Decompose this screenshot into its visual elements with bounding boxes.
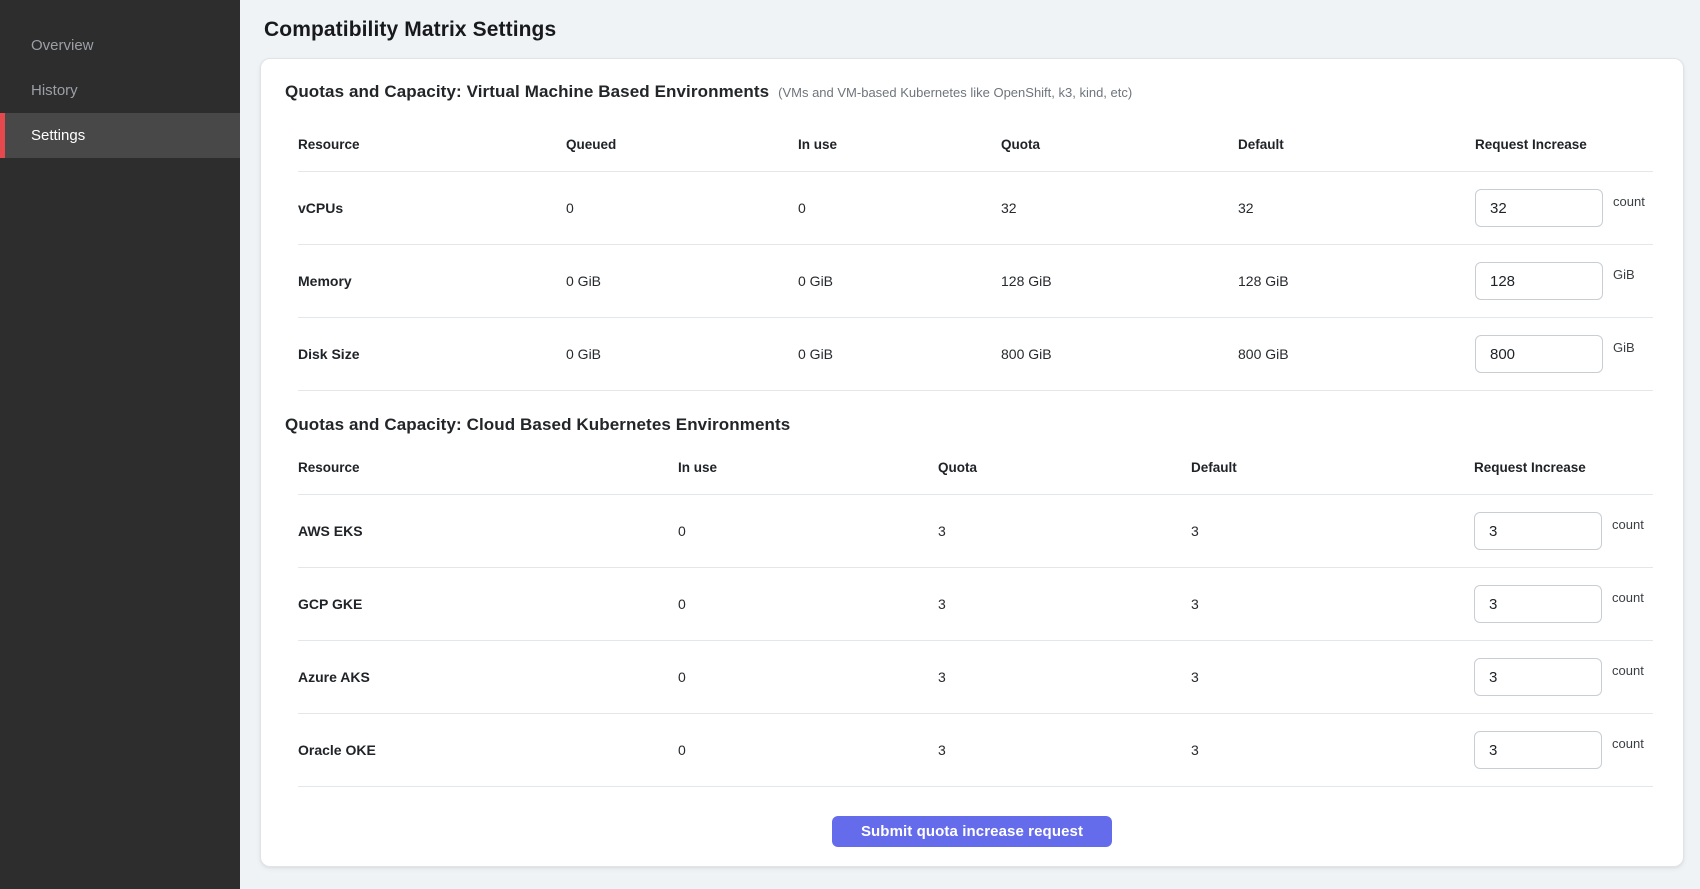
cell-resource: Disk Size [298,346,566,362]
request-increase-cell: count [1474,658,1653,696]
table-row-oracle-oke: Oracle OKE033count [298,714,1653,787]
settings-card: Quotas and Capacity: Virtual Machine Bas… [260,58,1684,867]
cell-resource: vCPUs [298,200,566,216]
unit-label: count [1612,736,1644,751]
cell-queued: 0 GiB [566,273,798,289]
cell-quota: 32 [1001,200,1238,216]
cell-in-use: 0 [678,669,938,685]
table-row-aws-eks: AWS EKS033count [298,495,1653,568]
request-increase-cell: count [1474,731,1653,769]
request-increase-input[interactable] [1474,585,1602,623]
request-increase-cell: GiB [1475,335,1653,373]
cell-quota: 3 [938,742,1191,758]
request-increase-cell: count [1474,585,1653,623]
cell-default: 128 GiB [1238,273,1475,289]
request-increase-input[interactable] [1474,512,1602,550]
cell-in-use: 0 [798,200,1001,216]
cell-resource: AWS EKS [298,523,678,539]
column-header-default: Default [1191,460,1474,475]
cell-in-use: 0 GiB [798,273,1001,289]
cell-quota: 800 GiB [1001,346,1238,362]
cell-in-use: 0 GiB [798,346,1001,362]
request-increase-cell: count [1475,189,1653,227]
sidebar-item-history[interactable]: History [0,68,240,113]
column-header-resource: Resource [298,137,566,152]
sidebar-item-settings[interactable]: Settings [0,113,240,158]
column-header-queued: Queued [566,137,798,152]
main-content: Compatibility Matrix Settings Quotas and… [240,0,1700,889]
cell-quota: 3 [938,523,1191,539]
cell-resource: GCP GKE [298,596,678,612]
cell-default: 3 [1191,596,1474,612]
unit-label: count [1612,517,1644,532]
submit-button-row: Submit quota increase request [261,816,1683,847]
request-increase-cell: count [1474,512,1653,550]
unit-label: count [1613,194,1645,209]
cell-resource: Azure AKS [298,669,678,685]
column-header-quota: Quota [938,460,1191,475]
cell-resource: Oracle OKE [298,742,678,758]
request-increase-cell: GiB [1475,262,1653,300]
k8s-section-title: Quotas and Capacity: Cloud Based Kuberne… [285,413,790,437]
submit-quota-increase-button[interactable]: Submit quota increase request [832,816,1112,847]
vm-quota-table: ResourceQueuedIn useQuotaDefaultRequest … [261,118,1683,391]
column-header-quota: Quota [1001,137,1238,152]
cell-queued: 0 GiB [566,346,798,362]
unit-label: count [1612,590,1644,605]
cell-default: 32 [1238,200,1475,216]
cell-quota: 3 [938,596,1191,612]
column-header-default: Default [1238,137,1475,152]
vm-table-header-row: ResourceQueuedIn useQuotaDefaultRequest … [298,118,1653,172]
cell-default: 3 [1191,742,1474,758]
request-increase-input[interactable] [1474,658,1602,696]
cell-resource: Memory [298,273,566,289]
cell-quota: 3 [938,669,1191,685]
k8s-section-header: Quotas and Capacity: Cloud Based Kuberne… [261,413,1683,437]
request-increase-input[interactable] [1475,335,1603,373]
column-header-request-increase: Request Increase [1474,460,1653,475]
column-header-resource: Resource [298,460,678,475]
table-row-azure-aks: Azure AKS033count [298,641,1653,714]
vm-section-header: Quotas and Capacity: Virtual Machine Bas… [261,59,1683,104]
vm-section-subtitle: (VMs and VM-based Kubernetes like OpenSh… [778,85,1132,100]
cell-in-use: 0 [678,523,938,539]
request-increase-input[interactable] [1474,731,1602,769]
cell-queued: 0 [566,200,798,216]
unit-label: GiB [1613,267,1635,282]
sidebar-item-overview[interactable]: Overview [0,23,240,68]
table-row-memory: Memory0 GiB0 GiB128 GiB128 GiBGiB [298,245,1653,318]
table-row-gcp-gke: GCP GKE033count [298,568,1653,641]
k8s-table-header-row: ResourceIn useQuotaDefaultRequest Increa… [298,441,1653,495]
cell-in-use: 0 [678,596,938,612]
k8s-quota-table: ResourceIn useQuotaDefaultRequest Increa… [261,441,1683,787]
cell-default: 800 GiB [1238,346,1475,362]
table-row-vcpus: vCPUs003232count [298,172,1653,245]
sidebar: OverviewHistorySettings [0,0,240,889]
request-increase-input[interactable] [1475,262,1603,300]
column-header-in-use: In use [798,137,1001,152]
column-header-request-increase: Request Increase [1475,137,1653,152]
cell-quota: 128 GiB [1001,273,1238,289]
cell-default: 3 [1191,669,1474,685]
cell-in-use: 0 [678,742,938,758]
page-title: Compatibility Matrix Settings [260,18,1684,42]
unit-label: GiB [1613,340,1635,355]
cell-default: 3 [1191,523,1474,539]
vm-section-title: Quotas and Capacity: Virtual Machine Bas… [285,80,769,104]
unit-label: count [1612,663,1644,678]
request-increase-input[interactable] [1475,189,1603,227]
column-header-in-use: In use [678,460,938,475]
table-row-disk-size: Disk Size0 GiB0 GiB800 GiB800 GiBGiB [298,318,1653,391]
